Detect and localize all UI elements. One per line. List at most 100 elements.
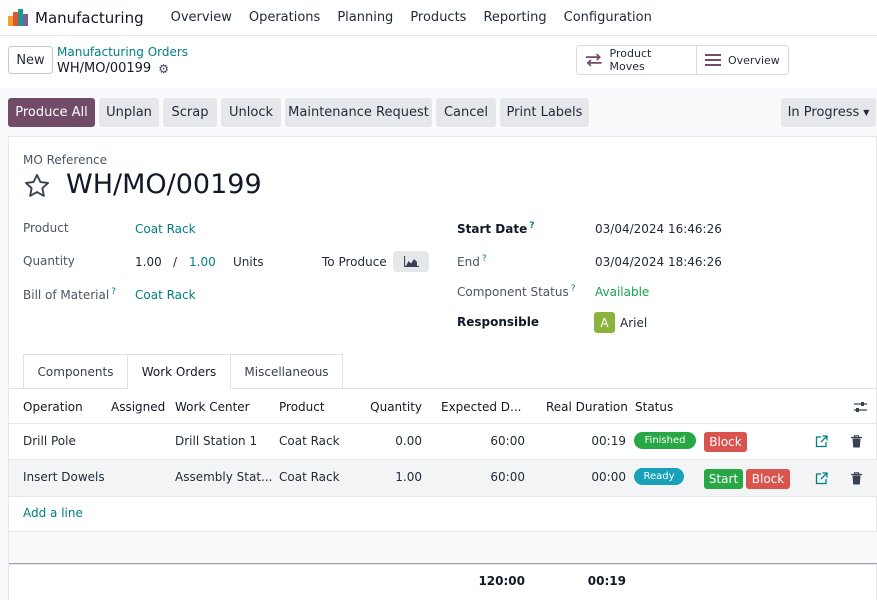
block-button[interactable]: Block (746, 469, 790, 489)
list-icon (705, 54, 721, 66)
star-icon[interactable] (23, 172, 51, 200)
empty-row (9, 531, 877, 565)
col-assigned[interactable]: Assigned (111, 400, 165, 414)
row-divider (9, 496, 877, 497)
to-produce-label: To Produce (322, 255, 387, 269)
status-dropdown[interactable]: In Progress ▼ (781, 98, 876, 127)
manufacturing-logo-icon (8, 9, 28, 26)
scrap-button[interactable]: Scrap (163, 98, 217, 127)
notebook-tabs: Components Work Orders Miscellaneous (23, 354, 343, 389)
responsible-field[interactable]: Ariel (620, 316, 647, 330)
trash-icon[interactable] (851, 435, 862, 448)
col-product[interactable]: Product (279, 400, 325, 414)
nav-reporting[interactable]: Reporting (483, 10, 546, 25)
product-moves-button[interactable]: Product Moves (577, 46, 696, 74)
nav-planning[interactable]: Planning (337, 10, 393, 25)
status-label: In Progress (787, 105, 860, 120)
end-label-text: End (457, 255, 480, 269)
start-button[interactable]: Start (704, 469, 743, 489)
quantity-total-field[interactable]: 1.00 (189, 255, 216, 269)
form-sheet: MO Reference WH/MO/00199 Product Coat Ra… (8, 136, 877, 600)
print-labels-button[interactable]: Print Labels (500, 98, 589, 127)
avatar: A (594, 312, 615, 333)
col-quantity[interactable]: Quantity (360, 400, 422, 414)
row-expected-duration: 60:00 (490, 470, 525, 484)
bom-label: Bill of Material? (23, 287, 116, 302)
end-date-field[interactable]: 03/04/2024 18:46:26 (595, 255, 722, 269)
control-panel: New Manufacturing Orders WH/MO/00199 ⚙ P… (0, 36, 877, 88)
row-quantity: 1.00 (395, 470, 422, 484)
arrows-exchange-icon (585, 53, 602, 67)
nav-products[interactable]: Products (410, 10, 466, 25)
quantity-separator: / (173, 255, 178, 269)
help-icon: ? (570, 284, 576, 294)
app-brand[interactable]: Manufacturing (8, 9, 144, 27)
start-date-field[interactable]: 03/04/2024 16:46:26 (595, 222, 722, 236)
unplan-button[interactable]: Unplan (99, 98, 159, 127)
unlock-button[interactable]: Unlock (221, 98, 281, 127)
product-label: Product (23, 221, 69, 235)
total-expected-duration: 120:00 (478, 574, 525, 588)
record-id-text: WH/MO/00199 (57, 61, 152, 76)
help-icon: ? (481, 254, 487, 264)
area-chart-icon (403, 256, 419, 267)
row-operation: Drill Pole (23, 434, 76, 448)
status-badge: Ready (634, 468, 684, 485)
end-label: End? (457, 254, 487, 269)
breadcrumb[interactable]: Manufacturing Orders (57, 45, 188, 59)
col-expected-duration[interactable]: Expected D... (441, 400, 521, 414)
cancel-button[interactable]: Cancel (436, 98, 496, 127)
quantity-label: Quantity (23, 254, 75, 268)
col-status[interactable]: Status (635, 400, 673, 414)
bom-field[interactable]: Coat Rack (135, 288, 196, 302)
tab-work-orders[interactable]: Work Orders (127, 354, 231, 389)
app-name: Manufacturing (35, 8, 144, 27)
col-operation[interactable]: Operation (23, 400, 83, 414)
produce-all-button[interactable]: Produce All (8, 98, 95, 127)
add-line-link[interactable]: Add a line (23, 506, 83, 520)
smart-buttons: Product Moves Overview (576, 45, 789, 75)
mo-reference-label: MO Reference (23, 153, 108, 167)
component-status-label-text: Component Status (457, 285, 569, 299)
row-product: Coat Rack (279, 434, 340, 448)
total-real-duration: 00:19 (587, 574, 626, 588)
row-real-duration: 00:00 (591, 470, 626, 484)
caret-down-icon: ▼ (863, 108, 870, 117)
gear-icon[interactable]: ⚙ (158, 62, 169, 76)
block-button[interactable]: Block (704, 432, 747, 452)
footer-divider (9, 563, 877, 564)
maintenance-request-button[interactable]: Maintenance Request (285, 98, 432, 127)
quantity-produced-field[interactable]: 1.00 (135, 255, 162, 269)
nav-operations[interactable]: Operations (249, 10, 320, 25)
start-date-label: Start Date? (457, 221, 534, 236)
col-real-duration[interactable]: Real Duration (546, 400, 628, 414)
new-button[interactable]: New (8, 46, 53, 74)
help-icon: ? (529, 221, 535, 231)
tab-components[interactable]: Components (23, 354, 128, 388)
nav-configuration[interactable]: Configuration (564, 10, 652, 25)
start-date-label-text: Start Date (457, 222, 528, 236)
uom-field[interactable]: Units (233, 255, 264, 269)
action-bar: Produce All Unplan Scrap Unlock Maintena… (0, 88, 877, 132)
col-work-center[interactable]: Work Center (175, 400, 250, 414)
row-work-center: Assembly Stat... (175, 470, 273, 484)
status-badge: Finished (634, 432, 696, 449)
header-divider (9, 423, 877, 424)
component-status-value: Available (595, 285, 650, 299)
nav-overview[interactable]: Overview (171, 10, 232, 25)
product-field[interactable]: Coat Rack (135, 222, 196, 236)
help-icon: ? (111, 287, 116, 297)
forecast-chart-button[interactable] (393, 251, 429, 272)
external-link-icon[interactable] (815, 472, 828, 485)
bom-label-text: Bill of Material (23, 288, 110, 302)
sliders-icon[interactable] (854, 401, 867, 413)
component-status-label: Component Status? (457, 284, 576, 299)
product-moves-label: Product Moves (609, 47, 652, 73)
responsible-label: Responsible (457, 315, 539, 329)
row-product: Coat Rack (279, 470, 340, 484)
tab-miscellaneous[interactable]: Miscellaneous (230, 354, 343, 388)
overview-button[interactable]: Overview (696, 46, 788, 74)
table-row[interactable]: Insert Dowels Assembly Stat... Coat Rack… (9, 460, 877, 496)
trash-icon[interactable] (851, 472, 862, 485)
external-link-icon[interactable] (815, 435, 828, 448)
